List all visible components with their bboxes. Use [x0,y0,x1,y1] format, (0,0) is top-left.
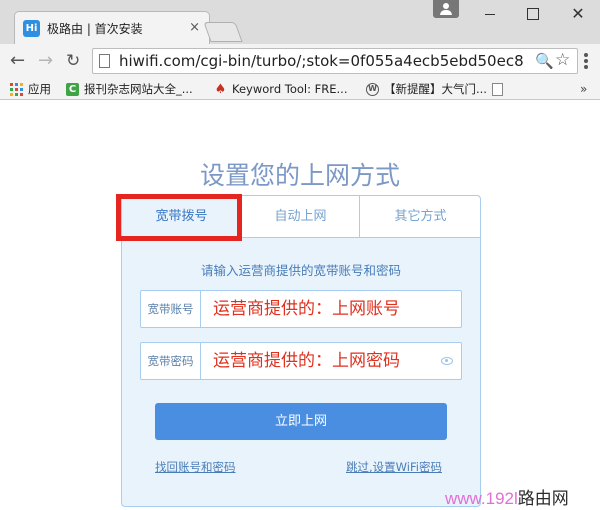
bookmark-label: Keyword Tool: FRE... [232,82,348,96]
apps-icon [10,83,23,96]
bookmarks-overflow-icon[interactable]: » [580,80,587,98]
password-label: 宽带密码 [141,343,201,379]
skip-to-wifi-link[interactable]: 跳过,设置WiFi密码 [346,459,442,475]
tab-other[interactable]: 其它方式 [361,196,480,237]
wordpress-icon: W [366,83,379,96]
page-icon [492,83,503,96]
new-tab-button[interactable] [203,22,243,42]
connect-button[interactable]: 立即上网 [155,403,447,440]
watermark: www.192l路由网 [445,489,569,508]
tab-title: 极路由 | 首次安装 [47,22,143,36]
setup-panel: 宽带拨号 自动上网 其它方式 请输入运营商提供的宽带账号和密码 宽带账号 运营商… [121,195,481,507]
zoom-icon[interactable]: 🔍 [535,51,554,71]
maximize-icon[interactable] [520,4,544,24]
browser-tab[interactable]: Hi 极路由 | 首次安装 × [14,11,210,44]
tab-auto[interactable]: 自动上网 [241,196,360,237]
browser-titlebar: Hi 极路由 | 首次安装 × ✕ [0,0,600,44]
flame-icon: ♠ [214,82,227,97]
annotation-highlight-box [116,194,242,241]
address-bar[interactable]: hiwifi.com/cgi-bin/turbo/;stok=0f055a4ec… [92,48,578,74]
url-text[interactable]: hiwifi.com/cgi-bin/turbo/;stok=0f055a4ec… [119,52,537,70]
minimize-icon[interactable] [478,4,502,24]
hiwifi-favicon-icon: Hi [23,20,40,37]
recover-account-link[interactable]: 找回账号和密码 [155,459,236,475]
window-close-icon[interactable]: ✕ [566,4,590,24]
browser-menu-icon[interactable] [584,53,588,71]
page-title: 设置您的上网方式 [199,161,400,190]
password-field[interactable]: 宽带密码 运营商提供的：上网密码 [140,342,462,380]
username-input[interactable]: 运营商提供的：上网账号 [213,291,400,327]
bookmark-star-icon[interactable]: ☆ [555,50,570,70]
eye-icon[interactable] [441,357,453,365]
page-icon [99,54,110,68]
username-label: 宽带账号 [141,291,201,327]
user-profile-icon[interactable] [433,0,459,18]
bookmark-label: 报刊杂志网站大全_... [84,82,193,96]
username-field[interactable]: 宽带账号 运营商提供的：上网账号 [140,290,462,328]
bookmark-label: 应用 [28,82,51,96]
password-input[interactable]: 运营商提供的：上网密码 [213,343,400,379]
reload-icon[interactable]: ↻ [66,50,80,72]
browser-toolbar: ← → ↻ hiwifi.com/cgi-bin/turbo/;stok=0f0… [0,44,600,78]
forward-arrow-icon[interactable]: → [38,50,53,72]
bookmarks-bar: 应用 C 报刊杂志网站大全_... ♠ Keyword Tool: FRE...… [0,78,600,100]
back-arrow-icon[interactable]: ← [10,50,25,72]
c-icon: C [66,83,79,96]
instruction-text: 请输入运营商提供的宽带账号和密码 [200,263,401,278]
bookmark-label: 【新提醒】大气门... [384,82,487,96]
tab-close-icon[interactable]: × [189,18,200,38]
